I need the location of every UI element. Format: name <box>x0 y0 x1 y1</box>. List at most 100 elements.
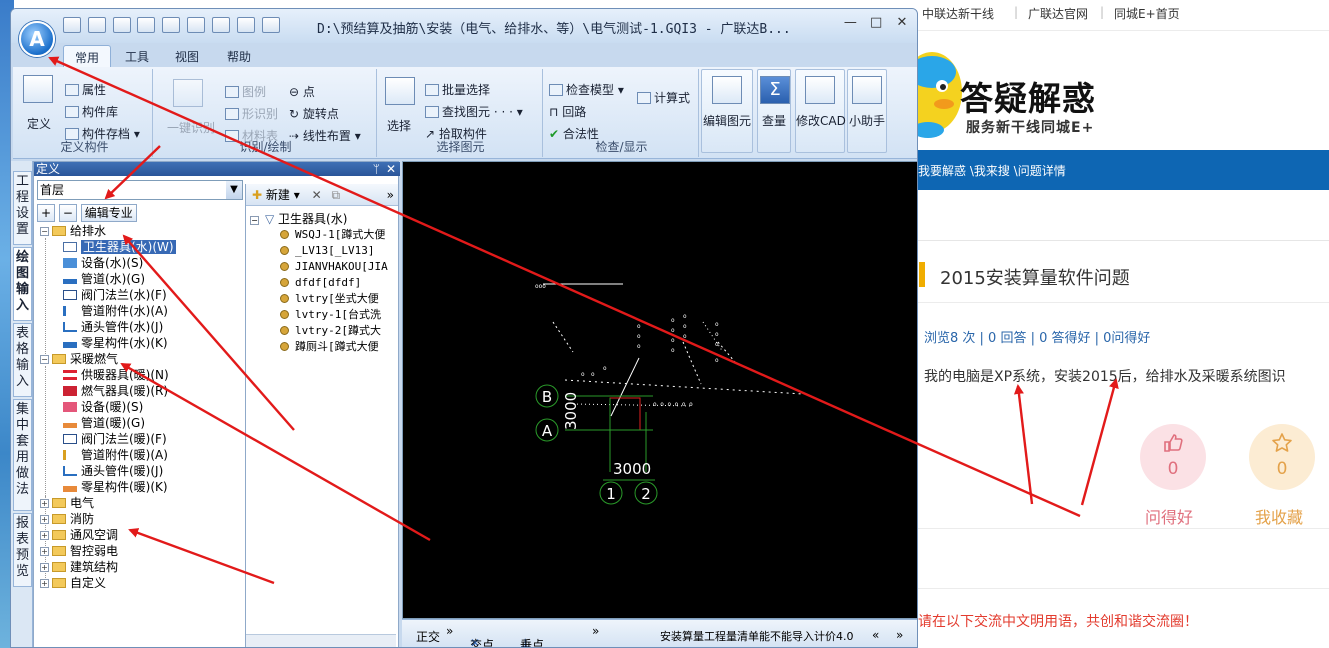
copy-icon[interactable]: ⧉ <box>331 188 340 202</box>
list-item[interactable]: lvtry[坐式大便 <box>280 292 379 306</box>
loop-button[interactable]: ⊓ 回路 <box>549 103 586 120</box>
properties-button[interactable]: 属性 <box>65 81 106 98</box>
select-button[interactable]: 选择 <box>387 117 411 134</box>
batch-select-button[interactable]: 批量选择 <box>425 81 490 98</box>
open-file-icon[interactable] <box>87 17 106 33</box>
edit-specialty-button[interactable]: 编辑专业 <box>80 204 137 222</box>
like-button[interactable]: 0 <box>1140 424 1206 490</box>
image-icon[interactable] <box>162 17 181 33</box>
favorite-label[interactable]: 我收藏 <box>1255 504 1303 528</box>
query-quantity-button[interactable]: Σ 查量 <box>757 69 791 153</box>
list-item[interactable]: lvtry-2[蹲式大 <box>280 324 381 338</box>
horizontal-scrollbar[interactable] <box>246 634 396 647</box>
title-bar[interactable]: D:\预结算及抽筋\安装（电气、给排水、等）\电气测试-1.GQI3 - 广联达… <box>11 9 917 43</box>
tab-table-input[interactable]: 表格输入 <box>13 323 32 397</box>
modify-cad-button[interactable]: 修改CAD <box>795 69 846 153</box>
scroll-left-icon[interactable]: « <box>872 628 879 642</box>
tree-item[interactable]: 燃气器具(暖)(R) <box>63 384 168 399</box>
pin-icon[interactable]: ᛘ <box>373 162 380 176</box>
tree-item[interactable]: 通头管件(暖)(J) <box>63 464 163 479</box>
pipe-accessory-icon <box>63 306 77 316</box>
tree-folder[interactable]: + 通风空调 <box>40 528 118 543</box>
redo-icon[interactable] <box>211 17 230 33</box>
favorite-button[interactable]: 0 <box>1249 424 1315 490</box>
floor-select[interactable]: 首层 ▼ <box>37 180 243 200</box>
tab-view[interactable]: 视图 <box>175 48 199 65</box>
tree-item[interactable]: 管道附件(暖)(A) <box>63 448 168 463</box>
formula-button[interactable]: 计算式 <box>637 89 690 106</box>
tree-item[interactable]: 零星构件(水)(K) <box>63 336 168 351</box>
minimize-button[interactable]: — <box>839 15 861 33</box>
tab-report-preview[interactable]: 报表预览 <box>13 513 32 587</box>
close-button[interactable]: ✕ <box>891 15 913 33</box>
cad-canvas[interactable]: ooo ooo oooo ooo oooo o o o o o o ooo B … <box>402 161 917 619</box>
more-icon[interactable]: » <box>446 624 453 638</box>
tab-drawing-input[interactable]: 绘图输入 <box>13 247 32 321</box>
tab-common[interactable]: 常用 <box>63 45 112 69</box>
legend-button[interactable]: 图例 <box>225 83 266 100</box>
edit-element-button[interactable]: 编辑图元 <box>701 69 753 153</box>
check-model-button[interactable]: 检查模型 ▾ <box>549 81 624 98</box>
tree-folder[interactable]: − 给排水 <box>40 224 106 239</box>
scroll-right-icon[interactable]: » <box>896 628 903 642</box>
app-menu-button[interactable]: A <box>19 21 55 57</box>
tab-help[interactable]: 帮助 <box>227 48 251 65</box>
define-button[interactable]: 定义 <box>27 115 51 132</box>
shape-recognize-button[interactable]: 形识别 <box>225 105 278 122</box>
ortho-toggle[interactable]: 正交 <box>416 628 440 645</box>
refresh-icon[interactable] <box>236 17 255 33</box>
component-library-button[interactable]: 构件库 <box>65 103 118 120</box>
list-item[interactable]: dfdf[dfdf] <box>280 276 361 290</box>
tree-item[interactable]: 阀门法兰(水)(F) <box>63 288 167 303</box>
nav-link-tongcheng[interactable]: 同城E+首页 <box>1114 5 1180 22</box>
tree-folder[interactable]: + 智控弱电 <box>40 544 118 559</box>
assistant-button[interactable]: 小助手 <box>847 69 887 153</box>
panel-close-icon[interactable]: ✕ <box>386 162 396 176</box>
nav-link-xingganxian[interactable]: 中联达新干线 <box>922 5 994 22</box>
tab-batch-method[interactable]: 集中套用做法 <box>13 399 32 511</box>
point-button[interactable]: ⊖ 点 <box>289 83 315 100</box>
tree-item[interactable]: 供暖器具(暖)(N) <box>63 368 169 383</box>
tree-item[interactable]: 设备(暖)(S) <box>63 400 143 415</box>
tree-folder[interactable]: + 消防 <box>40 512 94 527</box>
tab-tools[interactable]: 工具 <box>125 48 149 65</box>
tree-item[interactable]: 阀门法兰(暖)(F) <box>63 432 167 447</box>
tree-folder[interactable]: − 采暖燃气 <box>40 352 118 367</box>
find-element-button[interactable]: 查找图元 · · · ▾ <box>425 103 523 120</box>
tree-item[interactable]: 通头管件(水)(J) <box>63 320 163 335</box>
rotate-point-button[interactable]: ↻ 旋转点 <box>289 105 339 122</box>
one-key-recognize-button[interactable]: 一键识别 <box>167 119 215 136</box>
more-icon[interactable]: » <box>387 184 394 206</box>
nav-link-glodon[interactable]: 广联达官网 <box>1028 5 1088 22</box>
list-item[interactable]: 蹲厕斗[蹲式大便 <box>280 340 379 354</box>
tree-item[interactable]: 管道(暖)(G) <box>63 416 145 431</box>
delete-icon[interactable]: ✕ <box>312 188 322 202</box>
like-label[interactable]: 问得好 <box>1145 504 1193 528</box>
expand-all-icon[interactable]: + <box>37 204 56 222</box>
collapse-all-icon[interactable]: − <box>58 204 77 222</box>
folder-icon <box>52 530 66 540</box>
print-icon[interactable] <box>137 17 156 33</box>
save-icon[interactable] <box>112 17 131 33</box>
tree-folder[interactable]: + 电气 <box>40 496 94 511</box>
tree-item[interactable]: 零星构件(暖)(K) <box>63 480 168 495</box>
new-file-icon[interactable] <box>63 17 81 33</box>
tab-project-settings[interactable]: 工程设置 <box>13 171 32 245</box>
undo-icon[interactable] <box>187 17 206 33</box>
list-item[interactable]: _LV13[_LV13] <box>280 244 374 258</box>
more-icon[interactable]: » <box>592 624 599 638</box>
list-root[interactable]: − ▽ 卫生器具(水) <box>250 212 347 226</box>
tree-item[interactable]: 卫生器具(水)(W) <box>63 240 176 255</box>
tree-item[interactable]: 管道附件(水)(A) <box>63 304 168 319</box>
tree-folder[interactable]: + 建筑结构 <box>40 560 118 575</box>
list-item[interactable]: JIANVHAKOU[JIA <box>280 260 388 274</box>
tree-item[interactable]: 设备(水)(S) <box>63 256 143 271</box>
list-item[interactable]: lvtry-1[台式洗 <box>280 308 381 322</box>
list-item[interactable]: WSQJ-1[蹲式大便 <box>280 228 385 242</box>
monitor-icon[interactable] <box>261 17 280 33</box>
breadcrumb[interactable]: 我要解惑 \我来搜 \问题详情 <box>918 162 1066 179</box>
tree-folder[interactable]: + 自定义 <box>40 576 106 591</box>
new-component-button[interactable]: ✚ 新建 ▾ <box>252 188 300 202</box>
maximize-button[interactable]: □ <box>865 15 887 33</box>
tree-item[interactable]: 管道(水)(G) <box>63 272 145 287</box>
